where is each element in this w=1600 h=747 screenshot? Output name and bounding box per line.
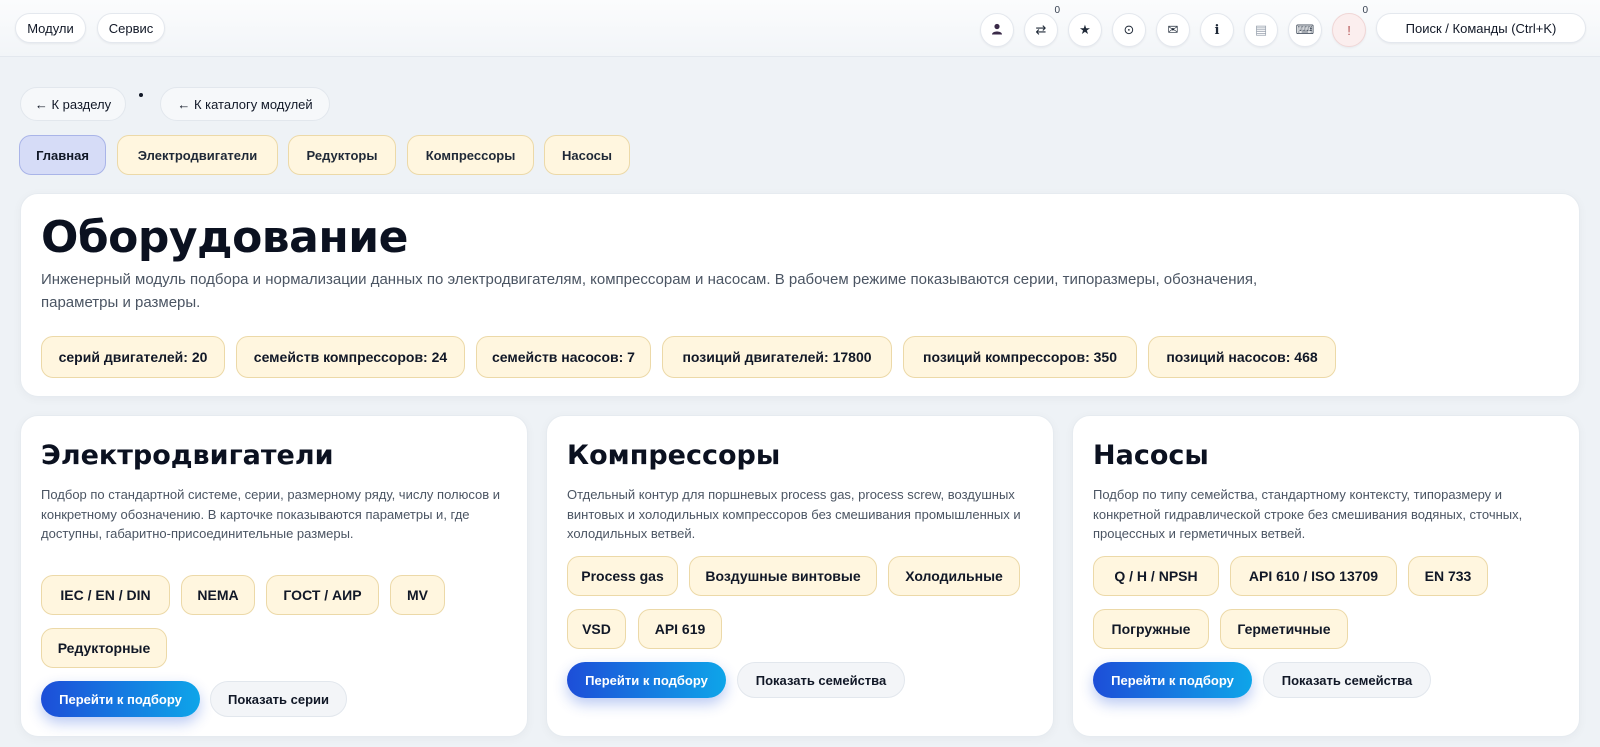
chip-hermetic[interactable]: Герметичные (1220, 609, 1348, 649)
module-title-compressors: Компрессоры (567, 440, 781, 471)
chip-api-610-iso-13709[interactable]: API 610 / ISO 13709 (1230, 556, 1397, 596)
back-to-section-link[interactable]: ← К разделу (20, 87, 126, 121)
keyboard-icon: ⌨ (1295, 22, 1315, 37)
chip-gearmotors[interactable]: Редукторные (41, 628, 167, 668)
user-icon (991, 23, 1003, 38)
menu-modules[interactable]: Модули (15, 13, 86, 43)
top-bar: Модули Сервис ⇄ 0 ★ ⊙ ✉ i ▤ ⌨ ! 0 Поиск … (0, 0, 1600, 57)
document-button[interactable]: ▤ (1244, 13, 1278, 47)
chip-api-619[interactable]: API 619 (638, 609, 722, 649)
stat-badge-motor-positions: позиций двигателей: 17800 (662, 336, 892, 378)
module-title-motors: Электродвигатели (41, 440, 334, 471)
menu-service[interactable]: Сервис (97, 13, 165, 43)
back-to-catalog-link[interactable]: ← К каталогу модулей (160, 87, 330, 121)
tab-reducers[interactable]: Редукторы (288, 135, 396, 175)
history-icon: ⊙ (1123, 22, 1135, 37)
user-button[interactable] (980, 13, 1014, 47)
module-description-motors: Подбор по стандартной системе, серии, ра… (41, 487, 500, 541)
tab-compressors[interactable]: Компрессоры (407, 135, 534, 175)
search-commands-button[interactable]: Поиск / Команды (Ctrl+K) (1376, 13, 1586, 43)
page-description: Инженерный модуль подбора и нормализации… (41, 271, 1258, 311)
chip-gost-air[interactable]: ГОСТ / АИР (266, 575, 379, 615)
compare-count-badge: 0 (1054, 5, 1060, 16)
chip-air-screw[interactable]: Воздушные винтовые (689, 556, 877, 596)
tab-main[interactable]: Главная (19, 135, 106, 175)
info-icon: i (1214, 22, 1220, 38)
alerts-button[interactable]: ! 0 (1332, 5, 1368, 47)
compare-icon: ⇄ (1035, 22, 1047, 37)
motors-show-series-button[interactable]: Показать серии (210, 681, 347, 717)
chip-en-733[interactable]: EN 733 (1408, 556, 1488, 596)
page-title: Оборудование (41, 212, 408, 263)
pumps-show-families-button[interactable]: Показать семейства (1263, 662, 1431, 698)
chip-vsd[interactable]: VSD (567, 609, 626, 649)
compressors-go-to-selection-button[interactable]: Перейти к подбору (567, 662, 726, 698)
tab-motors[interactable]: Электродвигатели (117, 135, 278, 175)
info-button[interactable]: i (1200, 13, 1234, 47)
stat-badge-pump-positions: позиций насосов: 468 (1148, 336, 1336, 378)
history-button[interactable]: ⊙ (1112, 13, 1146, 47)
module-title-pumps: Насосы (1093, 440, 1209, 471)
document-icon: ▤ (1254, 22, 1268, 37)
stat-badge-compressor-families: семейств компрессоров: 24 (236, 336, 465, 378)
tab-pumps[interactable]: Насосы (544, 135, 630, 175)
star-icon: ★ (1079, 22, 1091, 37)
alert-icon: ! (1347, 22, 1351, 38)
alerts-count-badge: 0 (1362, 5, 1368, 16)
stat-badge-pump-families: семейств насосов: 7 (476, 336, 651, 378)
chip-process-gas[interactable]: Process gas (567, 556, 678, 596)
motors-go-to-selection-button[interactable]: Перейти к подбору (41, 681, 200, 717)
stat-badge-motor-series: серий двигателей: 20 (41, 336, 225, 378)
compare-button[interactable]: ⇄ 0 (1024, 5, 1060, 47)
module-description-compressors: Отдельный контур для поршневых process g… (567, 487, 1021, 541)
chip-q-h-npsh[interactable]: Q / H / NPSH (1093, 556, 1219, 596)
chip-nema[interactable]: NEMA (181, 575, 255, 615)
pumps-go-to-selection-button[interactable]: Перейти к подбору (1093, 662, 1252, 698)
mail-icon: ✉ (1167, 22, 1179, 37)
stat-badge-compressor-positions: позиций компрессоров: 350 (903, 336, 1137, 378)
separator-dot (139, 93, 143, 97)
mail-button[interactable]: ✉ (1156, 13, 1190, 47)
keyboard-button[interactable]: ⌨ (1288, 13, 1322, 47)
chip-iec-en-din[interactable]: IEC / EN / DIN (41, 575, 170, 615)
module-description-pumps: Подбор по типу семейства, стандартному к… (1093, 487, 1523, 541)
favorites-button[interactable]: ★ (1068, 13, 1102, 47)
compressors-show-families-button[interactable]: Показать семейства (737, 662, 905, 698)
chip-mv[interactable]: MV (390, 575, 445, 615)
chip-submersible[interactable]: Погружные (1093, 609, 1209, 649)
chip-refrigeration[interactable]: Холодильные (888, 556, 1020, 596)
